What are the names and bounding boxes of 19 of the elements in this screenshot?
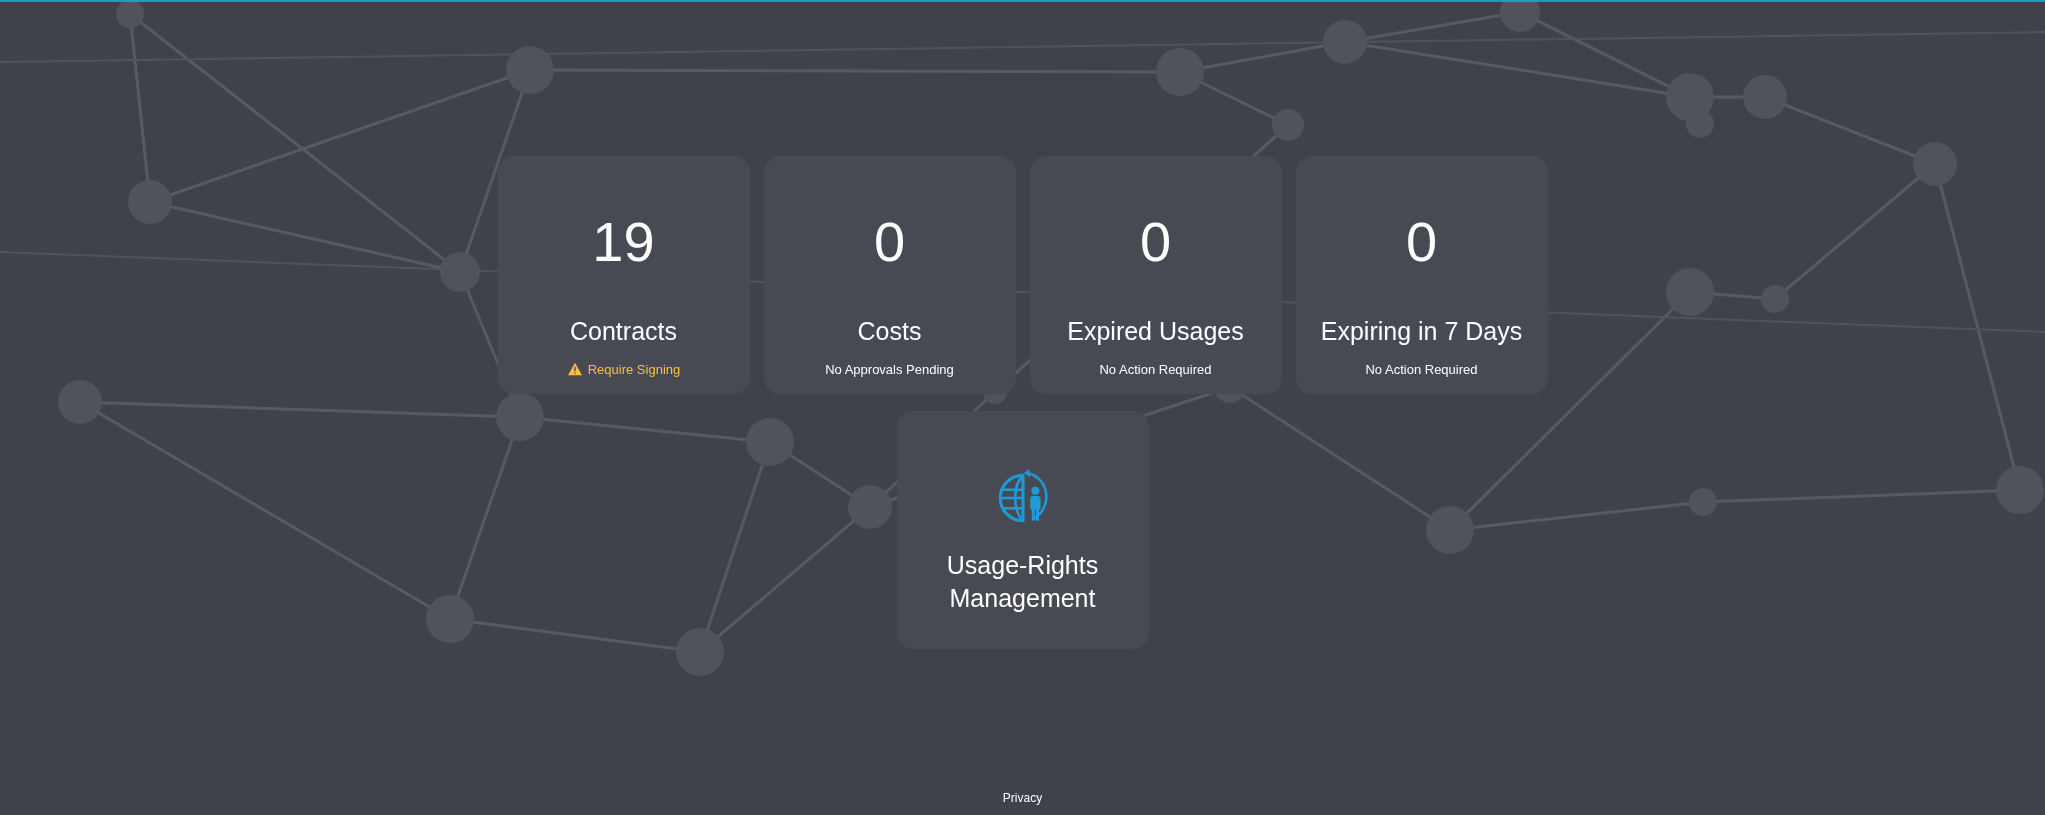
app-title: Usage-Rights Management bbox=[945, 550, 1100, 614]
app-tile[interactable]: Usage-Rights Management bbox=[896, 411, 1149, 649]
stat-value: 19 bbox=[592, 214, 655, 270]
stat-value: 0 bbox=[1139, 214, 1172, 270]
stat-title: Contracts bbox=[570, 316, 677, 347]
stat-status: No Action Required bbox=[1365, 361, 1478, 377]
stat-card[interactable]: 19 Contracts Require Signing bbox=[497, 156, 750, 394]
stat-status: No Action Required bbox=[1099, 361, 1212, 377]
stat-title: Expired Usages bbox=[1067, 316, 1244, 347]
stat-value: 0 bbox=[873, 214, 906, 270]
stat-title: Costs bbox=[857, 316, 922, 347]
stat-card[interactable]: 0 Expiring in 7 Days No Action Required bbox=[1295, 156, 1548, 394]
stat-value: 0 bbox=[1405, 214, 1438, 270]
stat-status: Require Signing bbox=[587, 361, 681, 377]
privacy-link[interactable]: Privacy bbox=[1002, 791, 1043, 805]
stat-status: No Approvals Pending bbox=[825, 361, 954, 377]
stat-title: Expiring in 7 Days bbox=[1320, 316, 1523, 347]
stat-card[interactable]: 0 Expired Usages No Action Required bbox=[1029, 156, 1282, 394]
stat-card[interactable]: 0 Costs No Approvals Pending bbox=[763, 156, 1016, 394]
